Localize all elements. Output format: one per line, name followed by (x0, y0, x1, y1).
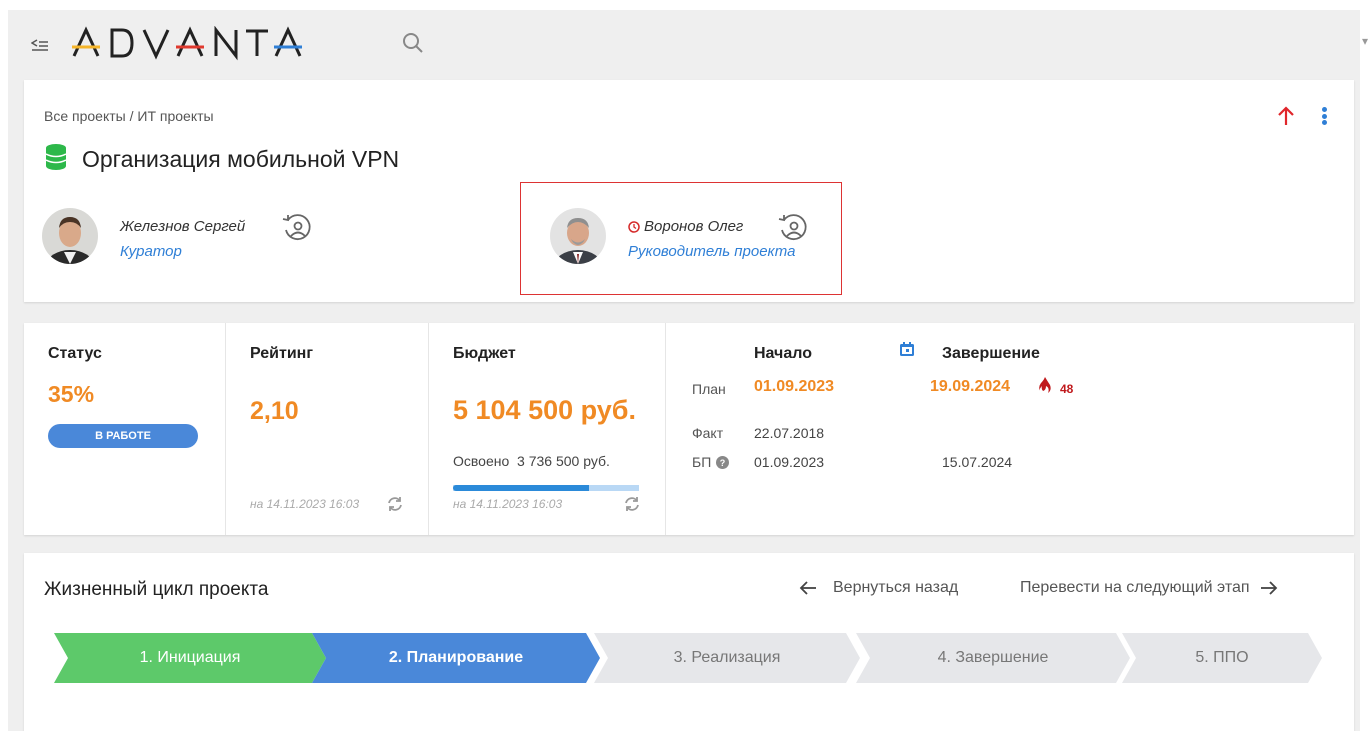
menu-collapse-icon[interactable] (28, 34, 52, 58)
budget-spent-value: 3 736 500 руб. (517, 453, 610, 469)
stage-label: 3. Реализация (673, 649, 781, 666)
bp-start-date: 01.09.2023 (754, 454, 825, 470)
status-column: Статус 35% В РАБОТЕ (24, 323, 226, 535)
calendar-icon[interactable] (899, 341, 915, 362)
fire-icon (1038, 376, 1052, 399)
budget-updated-time: на 14.11.2023 16:03 (453, 497, 563, 511)
lifecycle-title: Жизненный цикл проекта (44, 579, 269, 600)
help-icon[interactable]: ? (716, 455, 730, 469)
advanta-logo[interactable] (70, 25, 310, 67)
breadcrumb-all-projects[interactable]: Все проекты (44, 108, 126, 124)
start-date-header: Начало (754, 345, 812, 362)
stage-planning[interactable]: 2. Планирование (312, 633, 600, 683)
more-vert-icon[interactable] (1316, 104, 1332, 128)
bp-row-label: БП (692, 454, 712, 470)
bp-row: БП ? (692, 454, 730, 470)
stage-label: 4. Завершение (937, 649, 1049, 666)
overdue-days: 48 (1060, 382, 1074, 396)
plan-row-label: План (692, 381, 726, 397)
highlight-box (520, 182, 842, 295)
stage-ppo[interactable]: 5. ППО (1122, 633, 1322, 683)
stage-label: 1. Инициация (139, 649, 241, 666)
end-date-header: Завершение (942, 345, 1040, 362)
next-stage-label: Перевести на следующий этап (1020, 579, 1250, 596)
chevron-down-icon[interactable]: ▾ (1362, 34, 1368, 48)
arrow-left-icon (799, 581, 817, 595)
rating-label: Рейтинг (250, 345, 314, 362)
plan-end-date: 19.09.2024 (930, 378, 1011, 395)
reassign-person-icon[interactable] (280, 212, 312, 244)
budget-spent-label: Освоено (453, 453, 510, 469)
fact-start-date: 22.07.2018 (754, 425, 825, 441)
project-header-card: Все проекты / ИТ проекты Организация моб… (24, 80, 1354, 302)
stage-label: 2. Планирование (388, 649, 524, 666)
refresh-icon[interactable] (623, 495, 641, 513)
plan-start-date: 01.09.2023 (754, 378, 835, 395)
rating-value: 2,10 (250, 397, 299, 425)
budget-spent: Освоено 3 736 500 руб. (453, 453, 610, 469)
budget-value: 5 104 500 руб. (453, 395, 636, 425)
budget-progress-bar (453, 485, 639, 491)
back-stage-label: Вернуться назад (833, 579, 959, 596)
dates-column: Начало Завершение План 01.09.2023 19.09.… (666, 323, 1354, 535)
stage-initiation[interactable]: 1. Инициация (54, 633, 326, 683)
avatar[interactable] (42, 208, 98, 264)
project-stats-card: Статус 35% В РАБОТЕ Рейтинг 2,10 на 14.1… (24, 323, 1354, 535)
search-icon[interactable] (400, 30, 428, 58)
breadcrumb-category[interactable]: ИТ проекты (137, 108, 213, 124)
breadcrumb: Все проекты / ИТ проекты (44, 108, 214, 124)
database-icon (45, 144, 67, 175)
arrow-right-icon (1260, 581, 1278, 595)
curator-person: Железнов Сергей Куратор (42, 208, 245, 264)
breadcrumb-separator: / (125, 108, 138, 124)
rating-column: Рейтинг 2,10 на 14.11.2023 16:03 (226, 323, 429, 535)
fact-row-label: Факт (692, 425, 724, 441)
budget-column: Бюджет 5 104 500 руб. Освоено 3 736 500 … (429, 323, 666, 535)
status-percent: 35% (48, 381, 95, 407)
stage-label: 5. ППО (1195, 649, 1249, 666)
top-bar (28, 25, 310, 67)
project-title-row: Организация мобильной VPN (45, 144, 400, 175)
back-stage-button[interactable]: Вернуться назад (799, 579, 958, 597)
budget-progress-fill (453, 485, 589, 491)
next-stage-button[interactable]: Перевести на следующий этап (1020, 579, 1278, 597)
stage-realization[interactable]: 3. Реализация (594, 633, 860, 683)
bp-end-date: 15.07.2024 (942, 454, 1013, 470)
arrow-up-icon[interactable] (1274, 104, 1298, 128)
refresh-icon[interactable] (386, 495, 404, 513)
status-label: Статус (48, 345, 102, 362)
budget-label: Бюджет (453, 345, 516, 362)
page-title: Организация мобильной VPN (82, 146, 400, 172)
svg-text:?: ? (720, 458, 726, 468)
curator-role-link[interactable]: Куратор (120, 243, 245, 260)
stage-completion[interactable]: 4. Завершение (856, 633, 1130, 683)
rating-updated-time: на 14.11.2023 16:03 (250, 497, 360, 511)
status-badge[interactable]: В РАБОТЕ (48, 424, 198, 448)
curator-name: Железнов Сергей (120, 218, 246, 235)
lifecycle-card: Жизненный цикл проекта Вернуться назад П… (24, 553, 1354, 731)
